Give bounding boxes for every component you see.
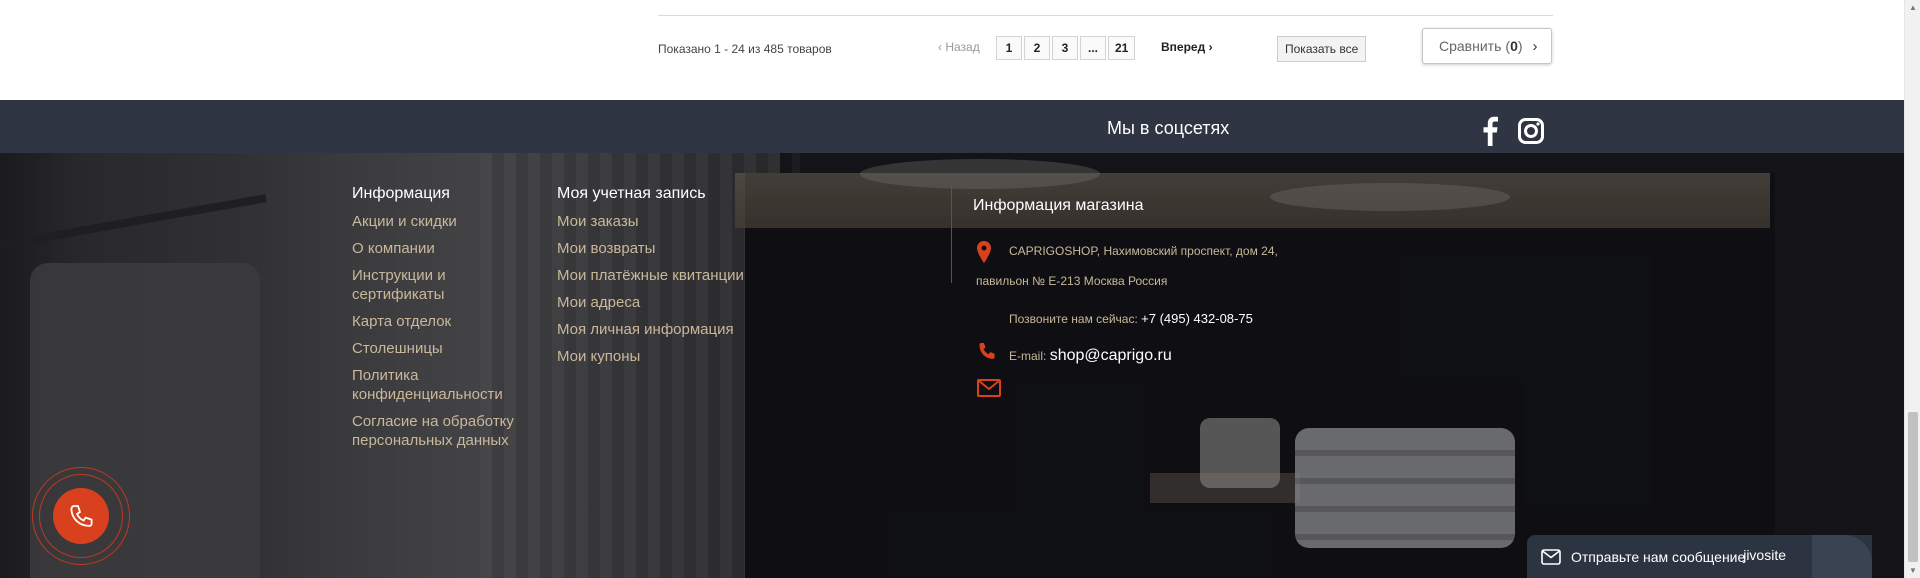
email-address[interactable]: shop@caprigo.ru (1050, 347, 1172, 364)
footer-info-column: Информация Акции и скидки О компании Инс… (352, 185, 532, 458)
phone-icon (979, 343, 995, 359)
link-my-returns[interactable]: Мои возвраты (557, 239, 777, 258)
link-my-receipts[interactable]: Мои платёжные квитанции (557, 266, 777, 285)
page-2-button[interactable]: 2 (1024, 36, 1050, 60)
page-ellipsis: ... (1080, 36, 1106, 60)
link-instructions[interactable]: Инструкции и сертификаты (352, 266, 532, 304)
compare-label: Сравнить (1439, 38, 1502, 54)
page-1-button[interactable]: 1 (996, 36, 1022, 60)
scroll-thumb[interactable] (1908, 412, 1918, 562)
chat-tab (1812, 535, 1872, 578)
info-heading: Информация (352, 185, 450, 202)
link-promotions[interactable]: Акции и скидки (352, 212, 532, 231)
scroll-down-icon[interactable]: ▼ (1909, 566, 1917, 575)
results-count: Показано 1 - 24 из 485 товаров (658, 42, 832, 56)
callback-button[interactable] (53, 488, 109, 544)
store-address-line1: CAPRIGOSHOP, Нахимовский проспект, дом 2… (1009, 244, 1278, 258)
chevron-left-icon: ‹ (938, 40, 942, 54)
mail-icon (977, 379, 1001, 397)
page-scrollbar[interactable]: ▲ ▼ (1904, 0, 1920, 578)
store-address-line2: павильон № Е-213 Москва Россия (976, 274, 1168, 288)
store-email: E-mail: shop@caprigo.ru (1009, 347, 1172, 365)
chevron-right-icon: › (1532, 37, 1538, 55)
prev-label: Назад (945, 40, 980, 54)
social-title: Мы в соцсетях (1107, 118, 1230, 138)
show-all-button[interactable]: Показать все (1277, 36, 1367, 62)
link-my-info[interactable]: Моя личная информация (557, 320, 777, 339)
phone-icon (70, 505, 93, 527)
account-heading: Моя учетная запись (557, 185, 706, 202)
social-bar: Мы в соцсетях (0, 100, 1904, 153)
page-21-button[interactable]: 21 (1108, 36, 1136, 60)
page-list: 1 2 3 ... 21 (996, 36, 1136, 60)
link-my-orders[interactable]: Мои заказы (557, 212, 777, 231)
divider (951, 183, 952, 283)
link-finishes[interactable]: Карта отделок (352, 312, 532, 331)
email-label: E-mail: (1009, 349, 1047, 363)
site-footer: Информация Акции и скидки О компании Инс… (0, 153, 1904, 578)
page-3-button[interactable]: 3 (1052, 36, 1078, 60)
phone-number[interactable]: +7 (495) 432-08-75 (1141, 311, 1253, 326)
compare-button[interactable]: Сравнить (0) › (1422, 28, 1552, 64)
instagram-icon[interactable] (1518, 118, 1544, 144)
footer-overlay (0, 153, 1904, 578)
store-info: Информация магазина CAPRIGOSHOP, Нахимов… (973, 197, 1313, 397)
chevron-right-icon: › (1208, 40, 1213, 54)
link-privacy-policy[interactable]: Политика конфиденциальности (352, 366, 532, 404)
link-my-coupons[interactable]: Мои купоны (557, 347, 777, 366)
link-about[interactable]: О компании (352, 239, 532, 258)
map-pin-icon (977, 241, 991, 263)
next-page-link[interactable]: Вперед › (1161, 40, 1213, 54)
pagination-bar: Показано 1 - 24 из 485 товаров ‹ Назад 1… (0, 0, 1904, 100)
link-data-consent[interactable]: Согласие на обработку персональных данны… (352, 412, 532, 450)
link-countertops[interactable]: Столешницы (352, 339, 532, 358)
link-my-addresses[interactable]: Мои адреса (557, 293, 777, 312)
compare-count-wrap: (0) (1505, 38, 1523, 54)
prev-page-link[interactable]: ‹ Назад (938, 40, 980, 54)
chat-brand: jivosite (1743, 547, 1786, 563)
chat-widget[interactable]: Отправьте нам сообщение jivosite (1527, 535, 1872, 578)
store-phone: Позвоните нам сейчас: +7 (495) 432-08-75 (1009, 311, 1253, 326)
store-heading: Информация магазина (973, 197, 1144, 214)
footer-account-column: Моя учетная запись Мои заказы Мои возвра… (557, 185, 777, 374)
phone-label: Позвоните нам сейчас: (1009, 312, 1138, 326)
scroll-up-icon[interactable]: ▲ (1909, 3, 1917, 12)
next-label: Вперед (1161, 40, 1206, 54)
divider (658, 15, 1553, 16)
chat-label: Отправьте нам сообщение (1571, 548, 1746, 565)
compare-count: 0 (1510, 38, 1518, 54)
mail-icon (1541, 548, 1561, 565)
callback-widget[interactable] (32, 467, 130, 565)
callback-ring (39, 474, 123, 558)
facebook-icon[interactable] (1482, 116, 1498, 146)
